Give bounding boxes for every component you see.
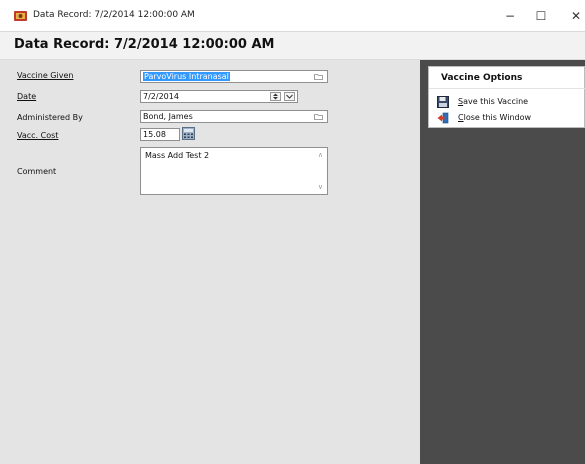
save-label: ave this Vaccine [463, 97, 529, 106]
vaccine-options-panel: Vaccine Options Save this Vaccine Close … [428, 66, 585, 128]
vaccine-given-label[interactable]: Vaccine Given [17, 71, 73, 80]
vacc-cost-label[interactable]: Vacc. Cost [17, 131, 58, 140]
folder-icon[interactable] [314, 113, 323, 120]
spinner-arrows-icon [273, 93, 278, 100]
date-value: 7/2/2014 [143, 92, 179, 101]
divider [429, 88, 585, 89]
save-vaccine-button[interactable]: Save this Vaccine [437, 96, 577, 108]
date-label[interactable]: Date [17, 92, 36, 101]
close-window-option-button[interactable]: Close this Window [437, 112, 577, 124]
record-header: Data Record: 7/2/2014 12:00:00 AM [0, 32, 585, 60]
scroll-up-icon[interactable]: ∧ [318, 151, 323, 159]
chevron-down-icon [286, 94, 293, 99]
window-title: Data Record: 7/2/2014 12:00:00 AM [33, 10, 195, 20]
folder-icon[interactable] [314, 73, 323, 80]
vaccine-given-field[interactable]: ParvoVirus Intranasal [140, 70, 328, 83]
administered-by-field[interactable]: Bond, James [140, 110, 328, 123]
vacc-cost-field[interactable]: 15.08 [140, 128, 180, 141]
date-dropdown-button[interactable] [284, 92, 295, 101]
page-title: Data Record: 7/2/2014 12:00:00 AM [14, 37, 275, 52]
comment-label: Comment [17, 167, 57, 176]
scroll-down-icon[interactable]: ∨ [318, 183, 323, 191]
date-field[interactable]: 7/2/2014 [140, 90, 298, 103]
close-window-button[interactable]: ✕ [564, 6, 585, 26]
comment-value: Mass Add Test 2 [145, 151, 210, 160]
close-label: lose this Window [463, 113, 532, 122]
administered-by-label: Administered By [17, 113, 83, 122]
window-titlebar: Data Record: 7/2/2014 12:00:00 AM − ☐ ✕ [0, 0, 585, 32]
app-icon [14, 11, 27, 21]
vaccine-given-value: ParvoVirus Intranasal [143, 72, 230, 81]
vaccine-options-title: Vaccine Options [441, 73, 523, 83]
maximize-button[interactable]: ☐ [529, 6, 553, 26]
floppy-disk-icon [437, 96, 449, 108]
exit-door-icon [437, 112, 449, 124]
date-spinner[interactable] [270, 92, 281, 101]
administered-by-value: Bond, James [143, 112, 193, 121]
vacc-cost-value: 15.08 [143, 130, 166, 139]
calculator-icon[interactable] [182, 127, 195, 140]
minimize-button[interactable]: − [498, 6, 522, 26]
comment-textarea[interactable]: Mass Add Test 2 ∧ ∨ [140, 147, 328, 195]
